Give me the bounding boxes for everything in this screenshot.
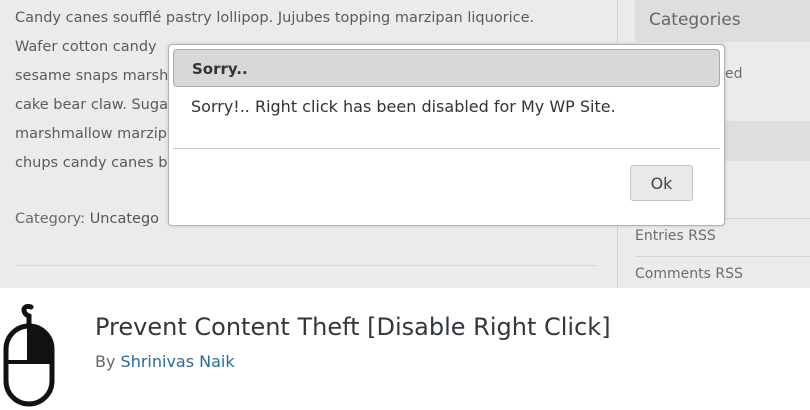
sidebar-divider [635, 256, 810, 257]
alert-dialog: Sorry.. Sorry!.. Right click has been di… [168, 44, 725, 226]
ok-button[interactable]: Ok [630, 165, 693, 201]
dialog-header: Sorry.. [173, 49, 720, 87]
post-line: Candy canes soufflé pastry lollipop. Juj… [15, 10, 535, 26]
sidebar-title: Categories [649, 10, 741, 30]
dialog-divider [173, 148, 720, 149]
plugin-title: Prevent Content Theft [Disable Right Cli… [95, 313, 611, 341]
mouse-icon [3, 304, 55, 407]
plugin-author: By Shrinivas Naik [95, 352, 235, 371]
by-label: By [95, 352, 116, 371]
category-link[interactable]: Uncatego [90, 211, 159, 227]
dialog-message: Sorry!.. Right click has been disabled f… [191, 97, 616, 116]
post-category: Category: Uncatego [15, 211, 159, 227]
sidebar-widget-header: Categories [635, 0, 810, 42]
post-divider [15, 265, 597, 266]
category-label: Category: [15, 211, 86, 227]
sidebar-item-entries-rss[interactable]: Entries RSS [635, 228, 716, 244]
author-link[interactable]: Shrinivas Naik [121, 352, 235, 371]
plugin-banner: Candy canes soufflé pastry lollipop. Juj… [0, 0, 810, 288]
mouse-cable [21, 304, 34, 329]
dialog-title: Sorry.. [192, 60, 248, 78]
sidebar-item-partial[interactable]: ed [725, 66, 743, 82]
sidebar-item-comments-rss[interactable]: Comments RSS [635, 266, 743, 282]
